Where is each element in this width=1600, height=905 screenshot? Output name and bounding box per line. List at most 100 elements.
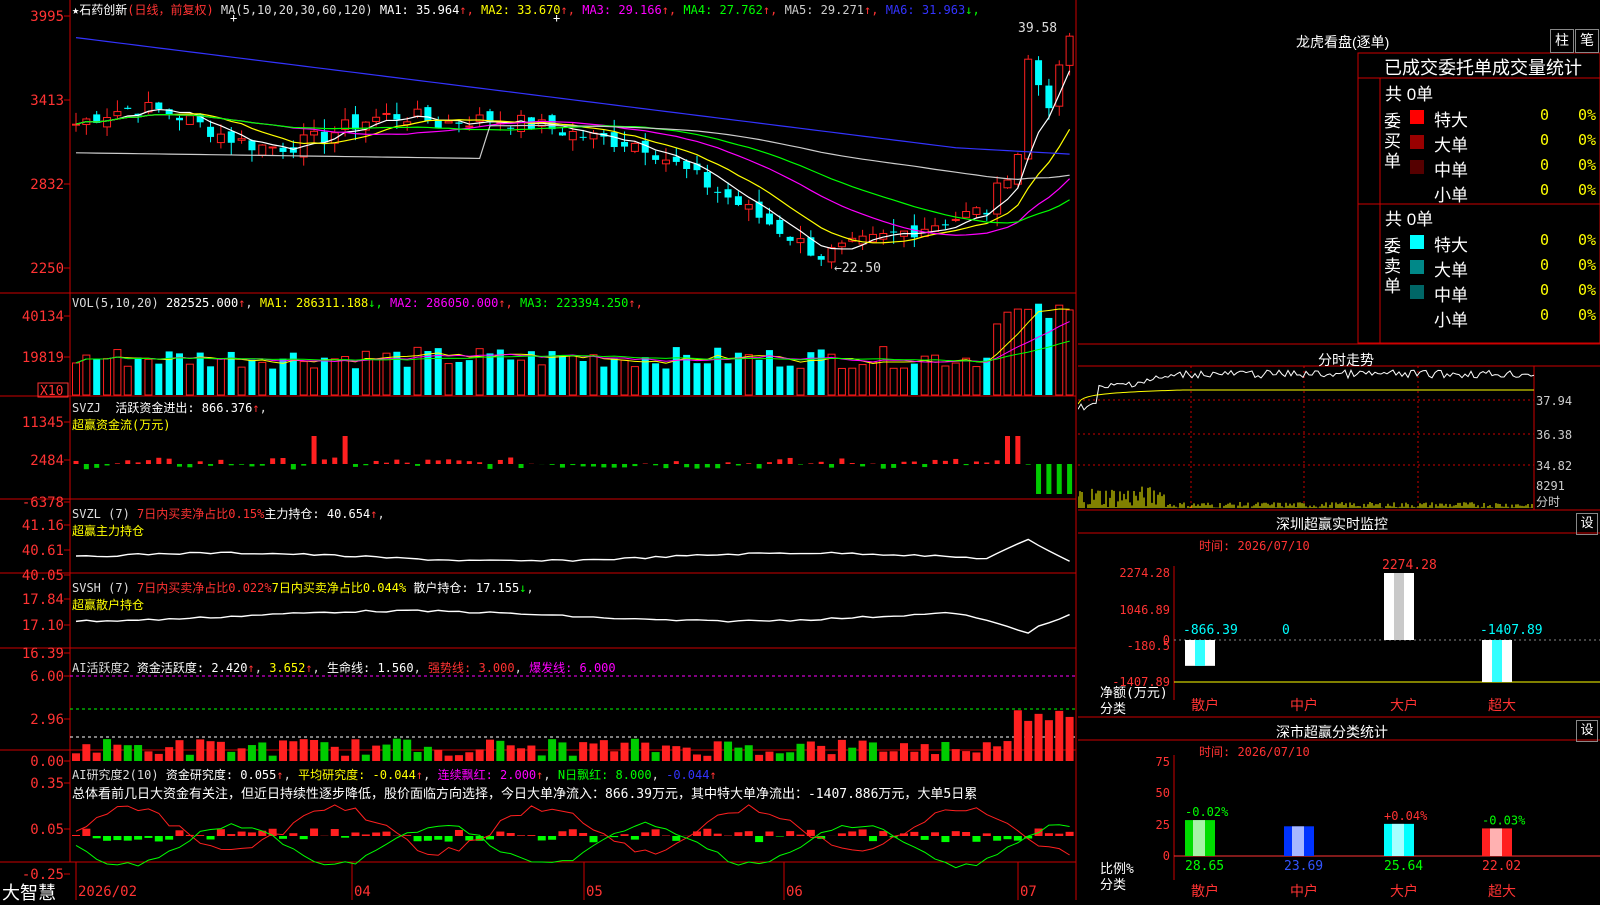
svzj-bar xyxy=(146,460,151,464)
stock-name[interactable]: ★石药创新 xyxy=(72,3,127,17)
ai2-bar xyxy=(103,836,111,841)
svsh-sub: 超赢散户持仓 xyxy=(72,597,534,614)
candle-down xyxy=(621,142,628,147)
candle-down xyxy=(352,114,359,129)
candle-down xyxy=(155,103,162,110)
ai1-bar xyxy=(693,754,701,761)
vol-bar xyxy=(238,367,245,395)
vol-bar xyxy=(352,368,359,395)
bar-mode-button[interactable]: 柱 xyxy=(1550,29,1574,53)
svzj-bar xyxy=(746,463,751,464)
vol-bar xyxy=(869,362,876,395)
intraday-axis-label: 37.94 xyxy=(1536,394,1572,408)
ai2-bar xyxy=(113,836,121,840)
candle-down xyxy=(280,148,287,152)
ai2-bar xyxy=(921,836,929,840)
ma-arrow-3: ↑, xyxy=(662,3,684,17)
ai2-v3: 连续飘红: 2.000 xyxy=(438,768,537,782)
monitor-settings-button[interactable]: 设 xyxy=(1576,513,1598,535)
svzj-bar xyxy=(229,464,234,465)
monitor-bar-label: 0 xyxy=(1282,623,1290,638)
candle-up xyxy=(269,147,276,148)
classify-category: 超大 xyxy=(1488,883,1516,899)
classify-settings-button[interactable]: 设 xyxy=(1576,720,1598,742)
vol-bar xyxy=(776,367,783,395)
ai2-bar xyxy=(165,836,173,840)
ai2-bar xyxy=(434,836,442,840)
ai1-bar xyxy=(900,743,908,761)
svzj-comma: , xyxy=(260,401,267,415)
ai2-bar xyxy=(383,832,391,836)
row-value: 0 xyxy=(1540,231,1549,249)
svsh-pct2: 7日内买卖净占比0.044% xyxy=(272,581,407,595)
ai2-bar xyxy=(517,835,525,836)
monitor-category: 中户 xyxy=(1290,697,1318,713)
svzj-bar xyxy=(881,464,886,469)
ma-arrow-4: ↑, xyxy=(763,3,785,17)
ai2-bar xyxy=(134,836,142,840)
ai2-v2: 平均研究度: -0.044 xyxy=(298,768,416,782)
row-value: 0 xyxy=(1540,131,1549,149)
svzj-bar xyxy=(1046,464,1051,494)
svzj-bar xyxy=(622,464,627,467)
row-value: 0 xyxy=(1540,181,1549,199)
svzj-title: SVZJ xyxy=(72,401,101,415)
ai1-v5: 爆发线: 6.000 xyxy=(529,661,616,675)
candle-up xyxy=(1066,36,1073,65)
classify-title: 深市超赢分类统计 xyxy=(1276,722,1388,742)
ai1-bar xyxy=(320,742,328,761)
classify-change-label: -0.02% xyxy=(1185,805,1229,819)
ai1-bar xyxy=(755,755,763,761)
svzj-bar xyxy=(736,464,741,465)
svzj-bar xyxy=(591,464,596,466)
ai1-bar xyxy=(82,744,90,761)
ma-legend-5: MA5: 29.271 xyxy=(785,3,864,17)
vol-bar xyxy=(580,361,587,395)
period-label[interactable]: (日线，前复权) xyxy=(127,3,213,17)
candle-up xyxy=(186,116,193,125)
vol-bar xyxy=(321,358,328,395)
classify-axis-label: 25 xyxy=(1156,818,1170,832)
classify-category: 大户 xyxy=(1390,883,1418,899)
ma-arrow-1: ↑, xyxy=(459,3,481,17)
svzj-bar xyxy=(808,463,813,464)
svzj-bar xyxy=(270,458,275,464)
ai1-bar xyxy=(631,739,639,761)
svsh-axis-tick: 17.84 xyxy=(22,592,64,608)
svzl-title: SVZL (7) xyxy=(72,507,130,521)
ai1-bar xyxy=(93,753,101,761)
svzj-bar xyxy=(684,464,689,467)
ai1-bar xyxy=(300,739,308,761)
vol-bar xyxy=(590,355,597,395)
candle-up xyxy=(952,219,959,220)
ai1-bar xyxy=(641,743,649,761)
ai2-bar xyxy=(672,836,680,841)
vol-bar xyxy=(280,359,287,395)
candle-up xyxy=(1025,59,1032,159)
ma-label: MA(5,10,20,30,60,120) xyxy=(221,3,373,17)
ai2-bar xyxy=(289,833,297,836)
ai2-bar xyxy=(786,831,794,836)
tick-mode-button[interactable]: 笔 xyxy=(1575,29,1599,53)
vol-bar xyxy=(83,355,90,395)
svzl-axis-tick: 40.61 xyxy=(22,543,64,559)
ai2-bar xyxy=(207,836,215,839)
ai1-bar xyxy=(465,752,473,761)
candle-down xyxy=(942,224,949,225)
ai1-bar xyxy=(527,746,535,761)
ai1-bar xyxy=(186,755,194,761)
vol-bar xyxy=(600,367,607,395)
ai2-bar xyxy=(734,832,742,836)
vol-bar xyxy=(445,364,452,395)
ai1-bar xyxy=(289,741,297,761)
ma-legend-1: MA1: 35.964 xyxy=(380,3,459,17)
ai2-bar xyxy=(755,836,763,842)
vol-bar xyxy=(331,359,338,395)
row-swatch xyxy=(1410,235,1424,249)
candle-up xyxy=(745,205,752,210)
ai2-bar xyxy=(972,836,980,842)
classify-category: 散户 xyxy=(1191,883,1219,899)
ai1-bar xyxy=(962,751,970,761)
row-pct: 0% xyxy=(1578,181,1596,199)
ai1-bar xyxy=(1035,714,1043,761)
